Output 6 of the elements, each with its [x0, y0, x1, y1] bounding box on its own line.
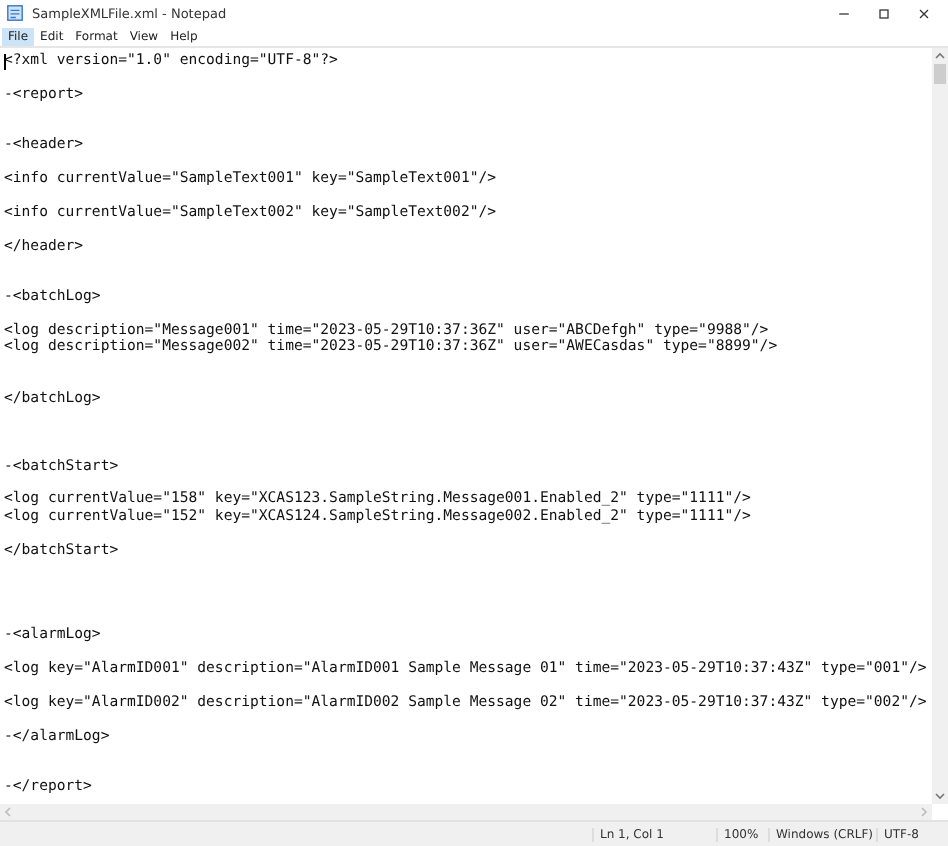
scroll-down-icon[interactable] [932, 788, 948, 804]
scrollbar-thumb[interactable] [934, 64, 946, 84]
notepad-icon [6, 4, 24, 22]
maximize-icon[interactable] [876, 5, 892, 21]
scroll-up-icon[interactable] [932, 48, 948, 64]
close-icon[interactable] [916, 5, 932, 21]
